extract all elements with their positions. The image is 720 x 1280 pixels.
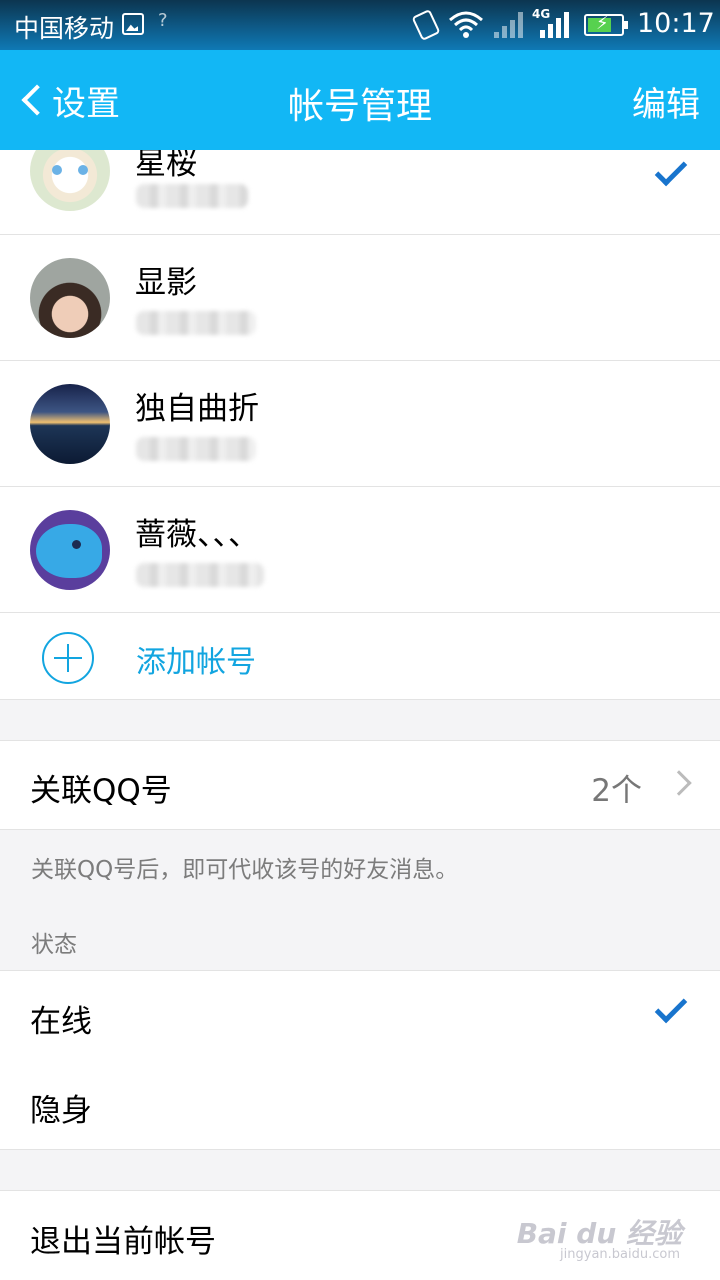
back-button[interactable]: 设置 — [18, 72, 120, 128]
vibrate-icon — [411, 8, 441, 42]
wifi-icon — [449, 11, 483, 38]
checkmark-icon — [654, 990, 688, 1024]
account-item[interactable]: 显影 — [0, 235, 720, 361]
account-name: 独自曲折 — [135, 391, 259, 427]
status-bar: 中国移动 ? 4G ⚡ 10:17 — [0, 0, 720, 50]
battery-charging-icon: ⚡ — [584, 13, 628, 36]
carrier-label: 中国移动 — [14, 14, 115, 43]
associated-qq-label: 关联QQ号 — [30, 773, 172, 809]
nav-bar: 设置 帐号管理 编辑 — [0, 50, 720, 150]
account-number-blurred — [136, 563, 264, 587]
avatar — [30, 510, 110, 590]
account-number-blurred — [136, 311, 256, 335]
wifi-question-icon: ? — [158, 10, 168, 31]
account-name: 蔷薇、、、 — [135, 517, 259, 553]
back-label: 设置 — [52, 83, 120, 124]
account-item[interactable]: 独自曲折 — [0, 361, 720, 487]
status-option-online[interactable]: 在线 — [0, 970, 720, 1061]
associated-qq-note: 关联QQ号后，即可代收该号的好友消息。 — [31, 857, 459, 883]
account-item[interactable]: 蔷薇、、、 — [0, 487, 720, 613]
add-account-label: 添加帐号 — [136, 645, 256, 680]
account-name: 显影 — [135, 265, 197, 301]
watermark-url: jingyan.baidu.com — [560, 1247, 680, 1262]
account-number-blurred — [136, 184, 248, 208]
avatar — [30, 384, 110, 464]
status-option-label: 隐身 — [30, 1093, 92, 1129]
status-option-label: 在线 — [30, 1004, 92, 1040]
logout-label: 退出当前帐号 — [30, 1224, 216, 1260]
account-item[interactable]: 星桜 — [0, 131, 720, 235]
avatar — [30, 258, 110, 338]
signal-icon — [540, 12, 570, 38]
edit-button[interactable]: 编辑 — [632, 77, 700, 126]
associated-qq-row[interactable]: 关联QQ号 2个 — [0, 740, 720, 830]
clock: 10:17 — [637, 8, 715, 39]
status-section-label: 状态 — [31, 932, 77, 958]
account-number-blurred — [136, 437, 256, 461]
chevron-left-icon — [21, 84, 53, 116]
chevron-right-icon — [666, 770, 692, 796]
associated-qq-count: 2个 — [591, 773, 642, 809]
plus-circle-icon — [42, 632, 94, 684]
add-account-button[interactable]: 添加帐号 — [0, 613, 720, 700]
checkmark-icon — [654, 153, 688, 187]
watermark-logo: Bai du 经验 — [516, 1217, 682, 1250]
image-icon — [122, 13, 144, 35]
signal-icon-sim1 — [494, 12, 524, 38]
account-list: 星桜 显影 独自曲折 蔷薇、、、 添加帐号 — [0, 131, 720, 700]
status-option-invisible[interactable]: 隐身 — [0, 1060, 720, 1150]
